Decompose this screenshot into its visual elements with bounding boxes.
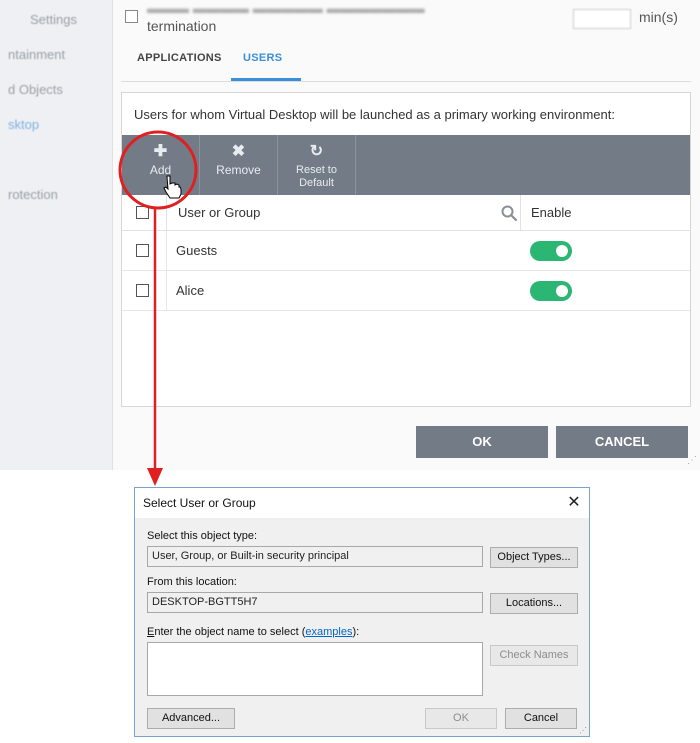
column-header-enable: Enable [531, 205, 572, 220]
enter-object-name-label: Enter the object name to select (example… [147, 626, 359, 638]
location-field: DESKTOP-BGTT5H7 [147, 592, 483, 613]
active-tab-indicator [231, 78, 301, 81]
column-header-user-or-group: User or Group [178, 205, 261, 220]
examples-link[interactable]: examples [305, 626, 352, 638]
object-type-label: Select this object type: [147, 530, 258, 542]
table-row[interactable]: Alice [122, 271, 690, 311]
label-text-pre: nter the object name to select ( [154, 626, 306, 638]
select-user-or-group-dialog: Select User or Group ✕ Select this objec… [134, 487, 590, 737]
panel-description: Users for whom Virtual Desktop will be l… [134, 107, 615, 122]
location-label: From this location: [147, 576, 237, 588]
sidebar-item-virtual-desktop[interactable]: sktop [8, 117, 39, 132]
reset-label-line2: Default [299, 177, 334, 189]
tab-bar: APPLICATIONS USERS [121, 40, 691, 82]
remove-button[interactable]: ✖ Remove [200, 135, 278, 195]
row-checkbox[interactable] [136, 244, 149, 257]
table-row[interactable]: Guests [122, 231, 690, 271]
row-checkbox[interactable] [136, 284, 149, 297]
settings-window: Settings ntainment d Objects sktop rotec… [0, 0, 700, 470]
header-divider [166, 195, 167, 231]
top-option-blurred-text: ▬▬▬ ▬▬▬▬ ▬▬▬▬▬ ▬▬▬▬▬▬▬ [147, 0, 425, 16]
object-name-input[interactable] [147, 642, 483, 696]
sidebar-item-objects[interactable]: d Objects [8, 82, 63, 97]
row-divider [166, 231, 167, 271]
minutes-label: min(s) [639, 9, 678, 25]
select-all-checkbox[interactable] [136, 206, 149, 219]
users-panel: Users for whom Virtual Desktop will be l… [121, 92, 691, 407]
object-types-button[interactable]: Object Types... [490, 547, 578, 568]
settings-sidebar: Settings ntainment d Objects sktop rotec… [0, 0, 112, 470]
reset-to-default-button[interactable]: ↻ Reset to Default [278, 135, 356, 195]
virtual-desktop-dialog: ▬▬▬ ▬▬▬▬ ▬▬▬▬▬ ▬▬▬▬▬▬▬ termination min(s… [112, 0, 700, 470]
ok-button[interactable]: OK [416, 426, 548, 458]
users-toolbar: ✚ Add ✖ Remove ↻ Reset to Default [122, 135, 690, 195]
label-text-post: ): [352, 626, 360, 638]
check-names-button[interactable]: Check Names [490, 645, 578, 666]
toggle-knob [556, 245, 568, 257]
locations-button[interactable]: Locations... [490, 593, 578, 614]
enable-toggle[interactable] [530, 281, 572, 301]
termination-checkbox[interactable] [125, 10, 138, 23]
sidebar-item-containment[interactable]: ntainment [8, 47, 65, 62]
tab-applications[interactable]: APPLICATIONS [137, 52, 222, 64]
top-option-text: termination [147, 18, 217, 34]
add-button-label: Add [149, 163, 172, 177]
enable-toggle[interactable] [530, 241, 572, 261]
reset-label-line1: Reset to [296, 164, 337, 176]
advanced-button[interactable]: Advanced... [147, 708, 235, 729]
dialog-ok-button[interactable]: OK [425, 708, 497, 729]
sidebar-item-protection[interactable]: rotection [8, 187, 58, 202]
tab-users[interactable]: USERS [243, 52, 282, 64]
row-divider [166, 271, 167, 311]
refresh-icon: ↻ [309, 143, 324, 160]
close-icon[interactable]: ✕ [563, 492, 585, 514]
row-user-name: Alice [176, 283, 205, 298]
dialog-titlebar: Select User or Group ✕ [135, 488, 589, 518]
search-icon[interactable] [500, 204, 518, 222]
dialog-title: Select User or Group [143, 496, 256, 510]
cancel-button[interactable]: CANCEL [556, 426, 688, 458]
toggle-knob [556, 285, 568, 297]
close-icon: ✖ [231, 143, 246, 160]
remove-button-label: Remove [216, 163, 261, 177]
table-header: User or Group Enable [122, 195, 690, 231]
dialog-cancel-button[interactable]: Cancel [505, 708, 577, 729]
callout-arrow-head [147, 468, 163, 486]
sidebar-item-settings[interactable]: Settings [30, 12, 77, 27]
resize-grip-icon[interactable]: ⋰ [687, 455, 697, 466]
header-divider [520, 195, 521, 231]
resize-grip-icon[interactable]: ⋰ [579, 726, 589, 736]
plus-icon: ✚ [153, 143, 168, 160]
minutes-spinner[interactable] [573, 9, 631, 29]
object-type-field: User, Group, or Built-in security princi… [147, 546, 483, 567]
row-user-name: Guests [176, 243, 218, 258]
add-button[interactable]: ✚ Add [122, 135, 200, 195]
